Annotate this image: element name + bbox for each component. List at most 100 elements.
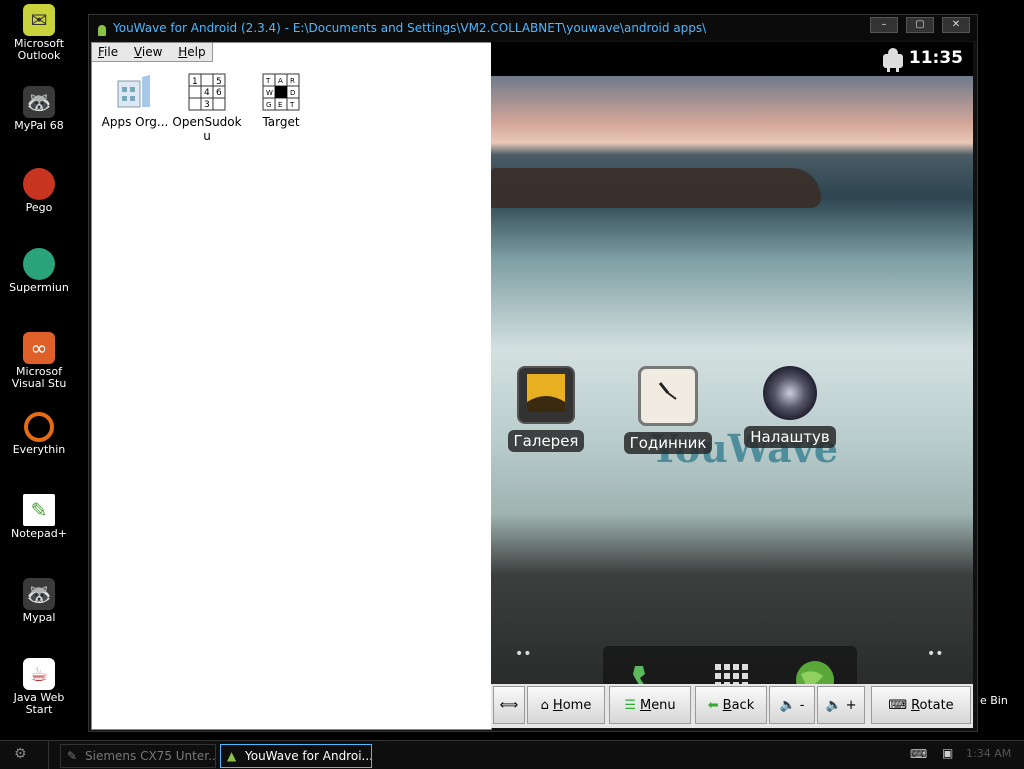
keyboard-tray-icon[interactable]: ⌨ — [910, 747, 927, 761]
desktop-icon-label: Java Web Start — [13, 691, 65, 716]
window-titlebar[interactable]: YouWave for Android (2.3.4) - E:\Documen… — [89, 15, 977, 41]
svg-text:4: 4 — [204, 88, 210, 98]
desktop-icon-mypal68[interactable]: 🦝 MyPal 68 — [0, 86, 78, 132]
desktop-icon-label: Mypal — [22, 611, 56, 624]
mypal-icon: 🦝 — [23, 86, 55, 118]
back-arrow-icon: ⬅ — [707, 697, 719, 713]
taskbar-item-siemens[interactable]: ✎ Siemens CX75 Unter... — [60, 744, 216, 768]
app-label: OpenSudok u — [172, 115, 242, 143]
pego-icon — [23, 168, 55, 200]
svg-text:G: G — [266, 101, 271, 109]
phone-icon[interactable] — [625, 660, 669, 684]
home-icon-clock[interactable]: Годинник — [613, 366, 723, 454]
status-clock: 11:35 — [908, 48, 963, 68]
svg-text:5: 5 — [216, 77, 222, 87]
android-app-icon — [95, 21, 109, 36]
svg-text:R: R — [290, 77, 295, 85]
app-apps-organizer[interactable]: Apps Org... — [100, 73, 170, 129]
app-target[interactable]: TARWDGET Target — [246, 73, 316, 129]
svg-text:T: T — [265, 77, 271, 85]
desktop-icon-notepad-plus[interactable]: ✎ Notepad+ — [0, 494, 78, 540]
desktop-icon-label: Everythin — [12, 443, 66, 456]
menu-list-icon: ☰ — [624, 697, 636, 713]
resize-icon: ⟺ — [499, 697, 519, 713]
house-icon: ⌂ — [540, 697, 549, 713]
desktop-icon-label: Notepad+ — [11, 527, 67, 540]
maximize-button[interactable]: ▢ — [906, 17, 934, 33]
start-button[interactable]: ⚙ — [0, 741, 49, 769]
app-drawer-icon[interactable] — [711, 660, 751, 684]
android-screen[interactable]: 11:35 YouWave Галерея Годинник Налаштув — [491, 42, 973, 684]
home-icon-label: Налаштув — [744, 426, 836, 448]
desktop-icon-java-web-start[interactable]: ☕ Java Web Start — [0, 658, 78, 716]
apps-organizer-icon — [116, 73, 154, 111]
menu-button[interactable]: ☰ Menu — [609, 686, 691, 724]
emulator-controls: ⟺ ⌂ Home ☰ Menu ⬅ Back 🔈 - 🔈 + ⌨ Rotate — [491, 684, 973, 728]
speaker-icon: 🔈 — [825, 697, 842, 713]
desktop-icon-label: Pego — [25, 201, 53, 214]
android-statusbar: 11:35 — [491, 42, 973, 76]
home-icon-gallery[interactable]: Галерея — [491, 366, 601, 452]
desktop-icon-visual-studio[interactable]: ∞ Microsof Visual Stu — [0, 332, 78, 390]
volume-up-button[interactable]: 🔈 + — [817, 686, 865, 724]
target-icon: TARWDGET — [262, 73, 300, 111]
apps-pane: File View Help Apps Org... 1 5463 OpenSud… — [91, 42, 492, 730]
network-tray-icon[interactable]: ▣ — [942, 746, 953, 760]
resize-button[interactable]: ⟺ — [493, 686, 525, 724]
menu-file[interactable]: File — [92, 43, 124, 61]
sudoku-icon: 1 5463 — [188, 73, 226, 111]
desktop-icon-supermium[interactable]: Supermiun — [0, 248, 78, 294]
android-wallpaper[interactable]: YouWave Галерея Годинник Налаштув •• •• — [491, 76, 973, 684]
svg-text:6: 6 — [216, 88, 222, 98]
app-label: Target — [262, 115, 300, 129]
home-icon-settings[interactable]: Налаштув — [735, 366, 845, 448]
desktop-icon-everything[interactable]: Everythin — [0, 412, 78, 456]
app-opensudoku[interactable]: 1 5463 OpenSudok u — [172, 73, 242, 143]
page-indicator-left[interactable]: •• — [515, 646, 532, 662]
home-button[interactable]: ⌂ Home — [527, 686, 605, 724]
desktop-icon-recycle-bin-label[interactable]: e Bin — [980, 694, 1008, 707]
desktop-icon-label: MyPal 68 — [14, 119, 64, 132]
menu-help[interactable]: Help — [172, 43, 211, 61]
speaker-icon: 🔈 — [779, 697, 796, 713]
rotate-button[interactable]: ⌨ Rotate — [871, 686, 971, 724]
svg-text:D: D — [290, 89, 295, 97]
app-label: Apps Org... — [101, 115, 169, 129]
rocks — [491, 168, 821, 208]
menu-view[interactable]: View — [128, 43, 168, 61]
siemens-app-icon: ✎ — [67, 749, 78, 763]
gallery-icon — [517, 366, 575, 424]
desktop-icon-label: Microsof Visual Stu — [11, 365, 67, 390]
home-icon-label: Годинник — [623, 432, 713, 454]
start-gear-icon: ⚙ — [14, 746, 27, 762]
visual-studio-icon: ∞ — [23, 332, 55, 364]
minimize-button[interactable]: – — [870, 17, 898, 33]
back-button[interactable]: ⬅ Back — [695, 686, 767, 724]
supermium-icon — [23, 248, 55, 280]
svg-text:1: 1 — [192, 77, 198, 87]
svg-text:A: A — [278, 77, 283, 85]
menu-bar: File View Help — [92, 43, 213, 62]
tray-clock: 1:34 AM — [966, 747, 1012, 760]
taskbar-item-youwave[interactable]: ▲ YouWave for Androi... — [220, 744, 372, 768]
browser-icon[interactable] — [793, 658, 837, 684]
clock-icon — [638, 366, 698, 426]
settings-icon — [763, 366, 817, 420]
page-indicator-right[interactable]: •• — [927, 646, 944, 662]
close-button[interactable]: ✕ — [942, 17, 970, 33]
keyboard-icon: ⌨ — [888, 697, 908, 713]
everything-icon — [24, 412, 54, 442]
desktop-icon-outlook[interactable]: ✉ Microsoft Outlook — [0, 4, 78, 62]
volume-down-button[interactable]: 🔈 - — [769, 686, 815, 724]
notepad-plus-icon: ✎ — [23, 494, 55, 526]
desktop-icon-label: Microsoft Outlook — [13, 37, 65, 62]
svg-text:E: E — [278, 101, 282, 109]
svg-text:T: T — [289, 101, 295, 109]
usb-debug-icon — [881, 46, 905, 72]
android-dock — [603, 646, 857, 684]
java-icon: ☕ — [23, 658, 55, 690]
desktop-icon-mypal[interactable]: 🦝 Mypal — [0, 578, 78, 624]
desktop-icon-pego[interactable]: Pego — [0, 168, 78, 214]
youwave-window: YouWave for Android (2.3.4) - E:\Documen… — [88, 14, 978, 732]
svg-text:W: W — [266, 89, 273, 97]
